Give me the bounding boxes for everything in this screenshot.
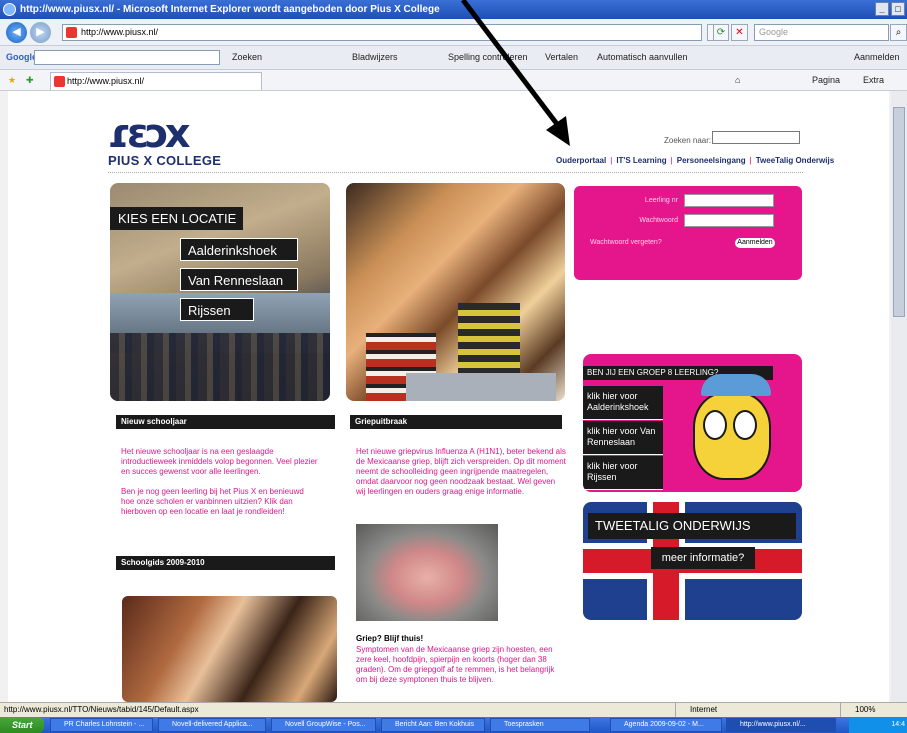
search-input[interactable]: Google	[754, 24, 889, 41]
site-favicon	[66, 27, 77, 38]
login-button[interactable]: Aanmelden	[735, 238, 775, 248]
scrollbar-thumb[interactable]	[893, 107, 905, 317]
google-logo: Google	[6, 52, 37, 62]
status-url: http://www.piusx.nl/TTO/Nieuws/tabid/145…	[4, 705, 199, 714]
news-schooljaar-p1: Het nieuwe schooljaar is na een geslaagd…	[121, 447, 318, 476]
news-schooljaar-p2: Ben je nog geen leerling bij het Pius X …	[121, 487, 304, 516]
taskbar-item-7[interactable]: http://www.piusx.nl/...	[726, 718, 836, 732]
window-title: http://www.piusx.nl/ - Microsoft Interne…	[20, 4, 440, 15]
security-zone: Internet	[675, 703, 825, 717]
monkey-mascot-icon	[681, 374, 791, 492]
address-bar: ◀ ▶ http://www.piusx.nl/ ▾ ⟳ ✕ Google ⌕	[0, 19, 907, 46]
status-bar: http://www.piusx.nl/TTO/Nieuws/tabid/145…	[0, 702, 907, 717]
search-icon[interactable]: ⌕	[890, 24, 907, 41]
taskbar-item-1[interactable]: PR Charles Lohnstein - ...	[50, 718, 153, 732]
tweetalig-banner[interactable]: TWEETALIG ONDERWIJS meer informatie?	[583, 502, 802, 620]
griep-photo	[356, 524, 498, 621]
groep8-aalderinkshoek[interactable]: klik hier voor Aalderinkshoek	[583, 386, 663, 420]
add-favorite-icon[interactable]: ✚	[26, 73, 34, 87]
aanmelden-google-button[interactable]: Aanmelden	[854, 50, 900, 64]
google-search-input[interactable]	[34, 50, 220, 65]
locatie-van-renneslaan[interactable]: Van Renneslaan	[180, 268, 298, 291]
start-button[interactable]: Start	[0, 717, 44, 733]
back-button[interactable]: ◀	[6, 22, 27, 43]
home-icon[interactable]: ⌂	[735, 73, 740, 87]
bladwijzers-button[interactable]: Bladwijzers	[352, 50, 398, 64]
login-box: Leerling nr Wachtwoord Wachtwoord verget…	[574, 186, 802, 280]
tto-more-link[interactable]: meer informatie?	[651, 547, 755, 569]
school-logo[interactable]: ɾɛɔx	[107, 114, 191, 154]
taskbar-item-2[interactable]: Novell-delivered Applica...	[158, 718, 266, 732]
news-heading-griep[interactable]: Griepuitbraak	[350, 415, 562, 429]
top-links: Ouderportaal | IT'S Learning | Personeelsing…	[554, 156, 836, 165]
school-name: PIUS X COLLEGE	[108, 153, 222, 168]
griep-subheading: Griep? Blijf thuis!	[356, 634, 424, 643]
favorites-star-icon[interactable]: ★	[8, 73, 16, 87]
ie-icon	[3, 3, 16, 16]
forgot-password-link[interactable]: Wachtwoord vergeten?	[590, 239, 662, 246]
locatie-heading: KIES EEN LOCATIE	[110, 207, 243, 230]
taskbar: Start PR Charles Lohnstein - ... Novell-…	[0, 717, 907, 733]
spelling-button[interactable]: Spelling controleren	[448, 50, 528, 64]
zoom-level[interactable]: 100%	[840, 703, 875, 717]
extra-menu[interactable]: Extra	[863, 73, 884, 87]
refresh-icon[interactable]: ⟳	[713, 24, 729, 41]
vertalen-button[interactable]: Vertalen	[545, 50, 578, 64]
title-bar: http://www.piusx.nl/ - Microsoft Interne…	[0, 0, 907, 19]
minimize-button[interactable]: _	[875, 2, 889, 16]
tab-bar: ★ ✚ http://www.piusx.nl/ ⌂ Pagina Extra	[0, 70, 907, 91]
scrollbar[interactable]	[891, 91, 907, 702]
maximize-button[interactable]: □	[891, 2, 905, 16]
site-search-input[interactable]	[712, 131, 800, 144]
web-page: ɾɛɔx PIUS X COLLEGE Zoeken naar: Ouderpo…	[0, 91, 907, 702]
pagina-menu[interactable]: Pagina	[812, 73, 840, 87]
taskbar-item-4[interactable]: Bericht Aan: Ben Kokhuis	[381, 718, 485, 732]
divider	[108, 172, 803, 173]
groep8-banner[interactable]: BEN JIJ EEN GROEP 8 LEERLING? klik hier …	[583, 354, 802, 492]
link-ouderportaal[interactable]: Ouderportaal	[554, 156, 608, 165]
taskbar-item-6[interactable]: Agenda 2009-09-02 - M...	[610, 718, 722, 732]
groep8-rijssen[interactable]: klik hier voor Rijssen	[583, 456, 663, 490]
leerling-nr-input[interactable]	[684, 194, 774, 207]
stop-icon[interactable]: ✕	[731, 24, 748, 41]
system-tray-clock[interactable]: 14:4	[849, 717, 907, 733]
news-griep-p2: Symptomen van de Mexicaanse griep zijn h…	[356, 645, 555, 684]
tab-piusx[interactable]: http://www.piusx.nl/	[50, 72, 262, 90]
tto-title: TWEETALIG ONDERWIJS	[588, 513, 796, 539]
browser-window: http://www.piusx.nl/ - Microsoft Interne…	[0, 0, 907, 733]
news-heading-schooljaar[interactable]: Nieuw schooljaar	[116, 415, 335, 429]
login-user-label: Leerling nr	[644, 197, 678, 204]
password-input[interactable]	[684, 214, 774, 227]
url-input[interactable]: http://www.piusx.nl/	[62, 24, 702, 41]
link-its-learning[interactable]: IT'S Learning	[614, 156, 668, 165]
news-heading-schoolgids[interactable]: Schoolgids 2009-2010	[116, 556, 335, 570]
link-personeelsingang[interactable]: Personeelsingang	[675, 156, 748, 165]
locatie-aalderinkshoek[interactable]: Aalderinkshoek	[180, 238, 298, 261]
autofill-button[interactable]: Automatisch aanvullen	[597, 50, 688, 64]
schoolgids-photo	[122, 596, 337, 702]
forward-button[interactable]: ▶	[30, 22, 51, 43]
tab-favicon	[54, 76, 65, 87]
search-label: Zoeken naar:	[664, 136, 712, 145]
zoeken-button[interactable]: Zoeken	[232, 50, 262, 64]
taskbar-item-5[interactable]: Toesprasken	[490, 718, 590, 732]
google-toolbar: Google Zoeken Bladwijzers Spelling contr…	[0, 46, 907, 70]
students-photo	[346, 183, 565, 401]
locatie-rijssen[interactable]: Rijssen	[180, 298, 254, 321]
news-griep-p1: Het nieuwe griepvirus Influenza A (H1N1)…	[356, 447, 566, 496]
link-tweetalig[interactable]: TweeTalig Onderwijs	[754, 156, 836, 165]
login-pass-label: Wachtwoord	[639, 217, 678, 224]
taskbar-item-3[interactable]: Novell GroupWise - Pos...	[271, 718, 376, 732]
groep8-van-renneslaan[interactable]: klik hier voor Van Renneslaan	[583, 421, 663, 455]
